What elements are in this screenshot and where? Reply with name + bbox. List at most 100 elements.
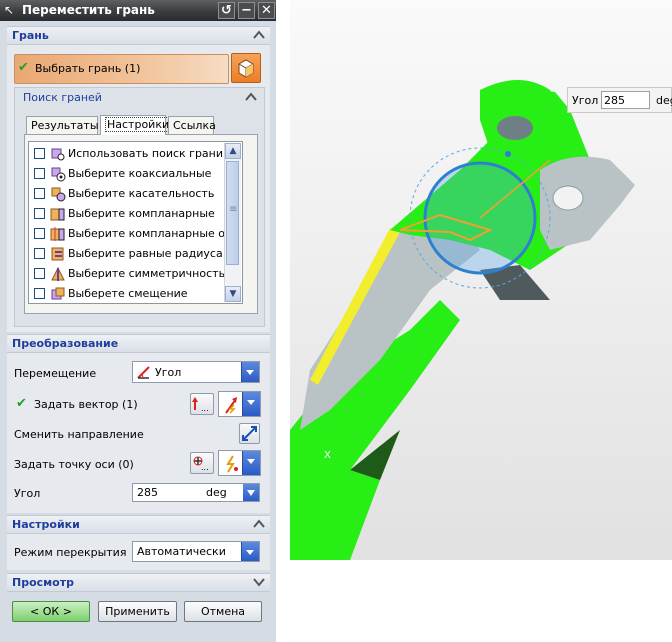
coaxial-icon bbox=[51, 167, 66, 182]
angle-input[interactable]: 285 deg bbox=[132, 483, 260, 502]
checkbox[interactable] bbox=[34, 208, 45, 219]
onscreen-angle-unit: deg bbox=[656, 94, 672, 107]
list-item-label: Выберите компланарные оси bbox=[68, 227, 239, 240]
list-item[interactable]: Выберите касательность bbox=[32, 184, 224, 204]
equal-radius-icon bbox=[51, 247, 64, 261]
vector-type-select[interactable] bbox=[218, 391, 261, 417]
tab-settings[interactable]: Настройки bbox=[100, 115, 172, 135]
svg-text:...: ... bbox=[201, 463, 209, 472]
tangent-icon bbox=[51, 187, 66, 202]
move-face-icon: ↖ bbox=[4, 3, 15, 17]
checkbox[interactable] bbox=[34, 168, 45, 179]
list-item[interactable]: Выберите симметричность bbox=[32, 264, 226, 284]
transform-group-header[interactable]: Преобразование bbox=[7, 334, 270, 353]
onscreen-angle-value: 285 bbox=[604, 94, 625, 107]
apply-button[interactable]: Применить bbox=[98, 601, 177, 622]
list-scrollbar[interactable]: ▲ ▼ bbox=[224, 143, 241, 302]
checkbox[interactable] bbox=[34, 248, 45, 259]
checkbox[interactable] bbox=[34, 288, 45, 299]
dropdown-arrow-icon[interactable] bbox=[242, 451, 260, 475]
point-dialog-button[interactable]: ... bbox=[190, 452, 214, 474]
motion-select[interactable]: Угол bbox=[132, 361, 260, 383]
cube-icon bbox=[238, 59, 254, 78]
dropdown-arrow-icon[interactable] bbox=[241, 362, 259, 382]
dropdown-arrow-icon[interactable] bbox=[241, 542, 259, 561]
scroll-down-button[interactable]: ▼ bbox=[225, 286, 241, 302]
chevron-up-icon bbox=[245, 92, 257, 101]
reverse-direction-icon bbox=[242, 426, 257, 441]
select-face-row[interactable]: ✔ Выбрать грань (1) bbox=[14, 54, 229, 84]
offset-icon bbox=[51, 287, 65, 300]
graphics-viewport[interactable]: X bbox=[290, 0, 672, 560]
tab-reference[interactable]: Ссылка bbox=[168, 116, 216, 134]
select-face-button[interactable] bbox=[231, 53, 261, 83]
cancel-button[interactable]: Отмена bbox=[184, 601, 262, 622]
list-item[interactable]: Использовать поиск грани bbox=[32, 144, 224, 164]
angle-value: 285 bbox=[137, 486, 158, 499]
checkbox[interactable] bbox=[34, 268, 45, 279]
find-faces-header[interactable]: Поиск граней bbox=[16, 88, 262, 106]
list-item-label: Выберете смещение bbox=[68, 287, 188, 300]
angle-unit: deg bbox=[206, 486, 227, 499]
overlap-mode-value: Автоматически bbox=[137, 545, 226, 558]
angle-label: Угол bbox=[14, 487, 41, 500]
part-face-green bbox=[290, 470, 380, 560]
hole bbox=[497, 116, 533, 140]
check-icon: ✔ bbox=[18, 60, 29, 75]
list-item[interactable]: Выберите компланарные оси bbox=[32, 224, 238, 244]
vector-dialog-icon: ... bbox=[192, 397, 209, 413]
onscreen-angle-label: Угол bbox=[572, 94, 599, 107]
angle-onscreen-input[interactable]: Угол 285 deg bbox=[567, 87, 672, 113]
symmetric-icon bbox=[51, 266, 65, 281]
vector-icon bbox=[225, 397, 237, 414]
list-item-label: Выберите равные радиуса bbox=[68, 247, 223, 260]
preview-group-header[interactable]: Просмотр bbox=[7, 573, 270, 592]
reverse-direction-button[interactable] bbox=[239, 423, 260, 444]
list-item-label: Использовать поиск грани bbox=[68, 147, 224, 160]
axis-label: X bbox=[324, 450, 331, 461]
list-item[interactable]: Выберите равные радиуса bbox=[32, 244, 224, 264]
list-item-label: Выберите симметричность bbox=[68, 267, 226, 280]
angle-icon bbox=[137, 366, 150, 379]
check-icon: ✔ bbox=[16, 396, 27, 411]
drag-handle[interactable] bbox=[505, 151, 511, 157]
hole bbox=[552, 185, 584, 211]
scroll-thumb[interactable] bbox=[226, 161, 239, 265]
settings-group-title: Настройки bbox=[12, 518, 80, 531]
dropdown-arrow-icon[interactable] bbox=[242, 392, 260, 416]
face-group-title: Грань bbox=[12, 29, 49, 42]
scroll-up-button[interactable]: ▲ bbox=[225, 143, 241, 159]
svg-text:...: ... bbox=[201, 404, 209, 413]
close-button[interactable]: ✕ bbox=[258, 2, 275, 19]
face-rules-list[interactable]: Использовать поиск грани Выберите коакси… bbox=[28, 141, 243, 304]
checkbox[interactable] bbox=[34, 188, 45, 199]
ok-button[interactable]: < ОК > bbox=[12, 601, 90, 622]
inferred-point-icon bbox=[226, 455, 238, 473]
list-item[interactable]: Выберите коаксиальные bbox=[32, 164, 224, 184]
checkbox[interactable] bbox=[34, 228, 45, 239]
select-face-label: Выбрать грань (1) bbox=[35, 62, 141, 75]
title-bar[interactable]: ↖ Переместить грань ↺ − ✕ bbox=[0, 0, 276, 21]
list-item[interactable]: Выберете смещение bbox=[32, 284, 224, 304]
list-item[interactable]: Выберите компланарные bbox=[32, 204, 224, 224]
onscreen-angle-field[interactable]: 285 bbox=[601, 91, 650, 109]
settings-group-header[interactable]: Настройки bbox=[7, 515, 270, 534]
chevron-up-icon bbox=[253, 30, 265, 39]
checkbox[interactable] bbox=[34, 148, 45, 159]
tab-settings-label: Настройки bbox=[105, 117, 172, 132]
overlap-mode-select[interactable]: Автоматически bbox=[132, 541, 260, 562]
list-item-label: Выберите касательность bbox=[68, 187, 215, 200]
chevron-down-icon bbox=[253, 578, 265, 587]
minimize-button[interactable]: − bbox=[238, 2, 255, 19]
face-group-header[interactable]: Грань bbox=[7, 26, 270, 45]
reset-button[interactable]: ↺ bbox=[218, 2, 235, 19]
point-type-select[interactable] bbox=[218, 450, 261, 476]
reverse-direction-label: Сменить направление bbox=[14, 428, 144, 441]
vector-dialog-button[interactable]: ... bbox=[190, 393, 214, 415]
preview-group-title: Просмотр bbox=[12, 576, 74, 589]
coplanar-icon bbox=[50, 208, 65, 221]
tab-results[interactable]: Результаты bbox=[26, 116, 99, 134]
angle-options-icon[interactable] bbox=[243, 484, 259, 501]
part-model: X bbox=[290, 80, 635, 560]
coplanar-axes-icon bbox=[50, 227, 65, 241]
